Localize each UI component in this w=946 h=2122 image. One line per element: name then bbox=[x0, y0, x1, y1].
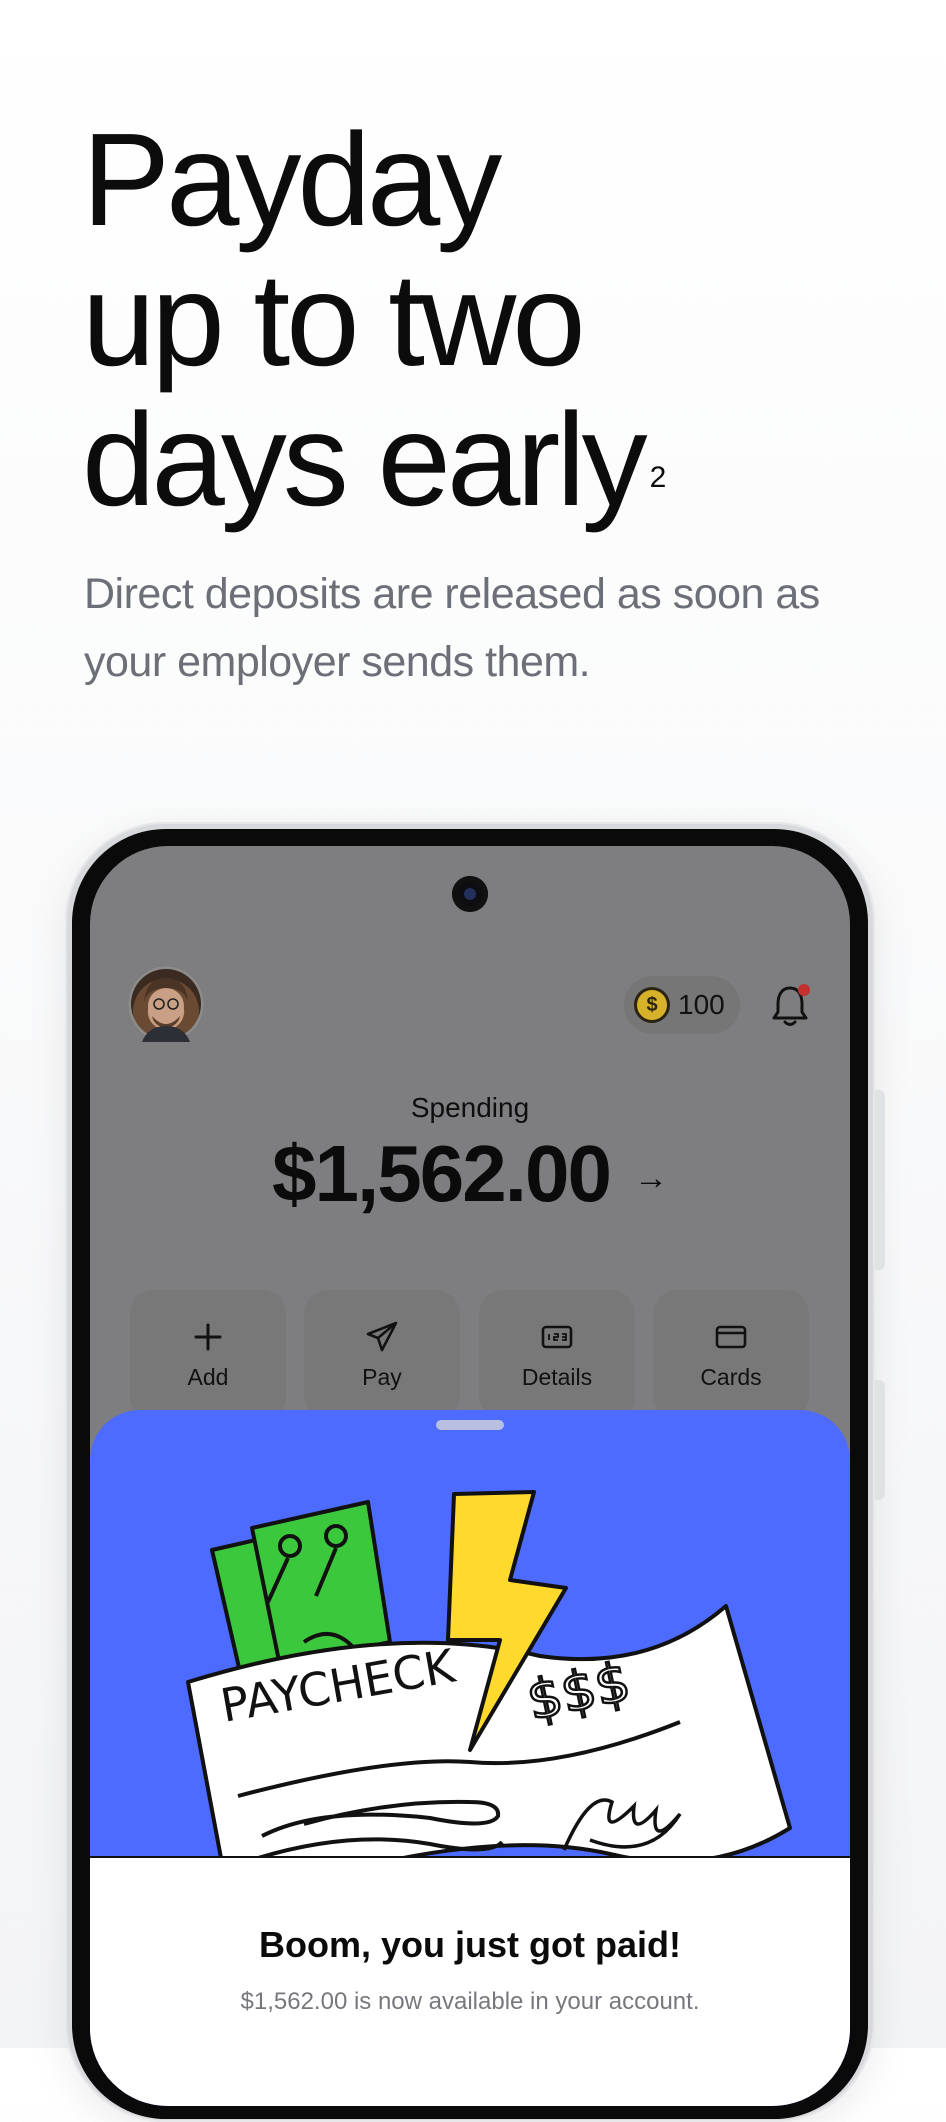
notification-dot bbox=[798, 984, 810, 996]
details-button[interactable]: Details bbox=[479, 1290, 635, 1420]
headline-line-3-text: days early bbox=[82, 386, 648, 533]
sheet-body bbox=[90, 1856, 850, 2106]
phone-screen: $ 100 Spending $1,562.00 → Add Pay Detai… bbox=[90, 846, 850, 2106]
arrow-right-icon: → bbox=[633, 1158, 668, 1197]
add-label: Add bbox=[187, 1364, 229, 1390]
headline-line-1: Payday bbox=[82, 106, 502, 253]
paper-plane-icon bbox=[366, 1321, 398, 1352]
add-button[interactable]: Add bbox=[130, 1290, 286, 1420]
hero-subhead: Direct deposits are released as soon as … bbox=[84, 570, 820, 686]
sheet-subtitle: $1,562.00 is now available in your accou… bbox=[240, 1988, 700, 2015]
balance-label: Spending bbox=[410, 1092, 530, 1123]
cards-label: Cards bbox=[700, 1364, 762, 1390]
account-numbers-icon bbox=[541, 1325, 573, 1349]
points-badge[interactable]: $ 100 bbox=[624, 976, 740, 1034]
headline-line-3: days early 2 bbox=[82, 390, 666, 530]
paycheck-sheet: PAYCHECK $$$ Boom, you just got paid! $1… bbox=[90, 1410, 850, 2106]
cards-button[interactable]: Cards bbox=[653, 1290, 809, 1420]
headline-line-2: up to two bbox=[82, 246, 586, 393]
balance-row[interactable]: $1,562.00 → bbox=[90, 1128, 850, 1220]
card-icon bbox=[715, 1325, 747, 1349]
avatar[interactable] bbox=[128, 966, 204, 1042]
balance-amount: $1,562.00 bbox=[272, 1129, 612, 1218]
volume-button bbox=[875, 1090, 885, 1270]
details-label: Details bbox=[521, 1364, 593, 1390]
front-camera bbox=[452, 876, 488, 912]
sheet-title: Boom, you just got paid! bbox=[259, 1924, 681, 1965]
hero-headline: Payday up to two days early 2 bbox=[82, 110, 666, 530]
footnote-marker[interactable]: 2 bbox=[650, 461, 667, 494]
plus-icon bbox=[194, 1323, 222, 1351]
quick-actions: Add Pay Details Cards bbox=[130, 1290, 814, 1420]
power-button bbox=[875, 1380, 885, 1500]
avatar-face bbox=[142, 978, 190, 1042]
points-count: 100 bbox=[678, 989, 725, 1020]
dollar-coin-icon: $ bbox=[634, 987, 670, 1023]
pay-button[interactable]: Pay bbox=[304, 1290, 460, 1420]
pay-label: Pay bbox=[362, 1364, 402, 1390]
